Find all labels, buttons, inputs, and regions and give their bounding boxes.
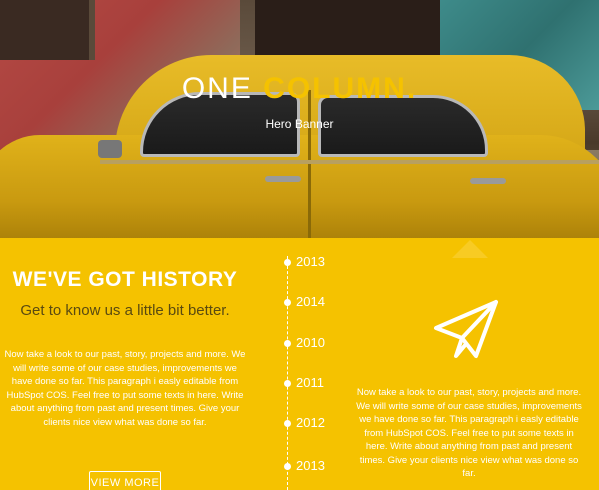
hero-title: ONE COLUMN. — [0, 72, 599, 106]
view-more-button[interactable]: VIEW MORE — [89, 471, 161, 490]
active-tab-notch — [452, 240, 488, 258]
timeline-dot — [284, 299, 291, 306]
hero-title-dot: . — [406, 72, 418, 105]
history-subtitle: Get to know us a little bit better. — [20, 302, 230, 319]
timeline-year: 2012 — [296, 415, 325, 430]
car-trim — [100, 160, 599, 164]
car-handle-rear — [470, 178, 506, 184]
car-handle-front — [265, 176, 301, 182]
timeline-year: 2013 — [296, 458, 325, 473]
car-door-line — [308, 90, 311, 238]
car-mirror — [98, 140, 122, 158]
right-panel-body: Now take a look to our past, story, proj… — [356, 387, 582, 479]
timeline-year: 2011 — [296, 375, 324, 390]
paper-plane-icon — [434, 300, 498, 358]
timeline-dot — [284, 340, 291, 347]
hero-title-plain: ONE — [181, 72, 264, 105]
timeline-dot — [284, 463, 291, 470]
timeline-dot — [284, 420, 291, 427]
timeline-line — [287, 256, 288, 490]
hero-banner: ONE COLUMN. Hero Banner — [0, 0, 599, 238]
hero-subtitle: Hero Banner — [265, 117, 334, 131]
timeline-year: 2010 — [296, 335, 325, 350]
timeline-dot — [284, 259, 291, 266]
hero-title-accent: COLUMN — [263, 72, 407, 105]
timeline-dot — [284, 380, 291, 387]
timeline-year: 2013 — [296, 254, 325, 269]
timeline-year: 2014 — [296, 294, 325, 309]
history-body: Now take a look to our past, story, proj… — [4, 349, 246, 428]
history-section: WE'VE GOT HISTORY Get to know us a littl… — [0, 238, 599, 490]
history-title: WE'VE GOT HISTORY — [12, 268, 238, 291]
background-window — [0, 0, 95, 60]
